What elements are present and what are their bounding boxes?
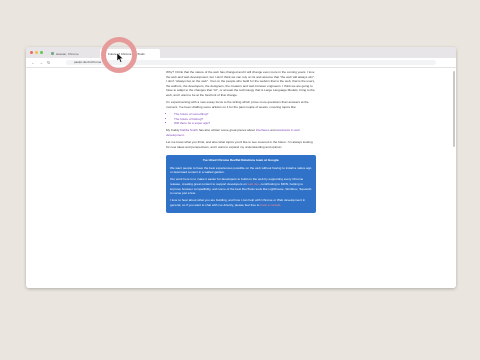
text: My buddy — [166, 128, 181, 133]
callout-title: I've Hired Chrome DevRel Relations team … — [202, 158, 280, 163]
paragraph: I'm experimenting with a new essay focus… — [166, 100, 309, 109]
callout-paragraph: We want people to have the best experien… — [170, 165, 312, 175]
url-text: paulpr.dev/n/chrome — [74, 60, 102, 64]
info-callout: I've Hired Chrome DevRel Relations team … — [166, 155, 316, 213]
list-item-link[interactable]: Will there be a super app? — [174, 121, 316, 126]
inline-link[interactable]: web.dev — [248, 182, 259, 186]
mouse-pointer-icon — [117, 53, 124, 63]
close-window-icon[interactable] — [30, 51, 33, 54]
inline-link[interactable]: Interfaces — [256, 128, 270, 132]
tab-label: Hassan, Chrome — [56, 51, 79, 56]
maximize-window-icon[interactable] — [40, 51, 43, 54]
browser-toolbar: ← → ↻ paulpr.dev/n/chrome — [26, 58, 456, 68]
paragraph: Let me know what you think, and also wha… — [166, 140, 313, 149]
tab-bar: Hassan, Chrome Future of Chrome DevTools — [26, 47, 456, 58]
minimize-window-icon[interactable] — [35, 51, 38, 54]
forward-arrow-icon[interactable]: → — [39, 60, 43, 65]
tab-hassan[interactable]: Hassan, Chrome — [48, 49, 98, 58]
topic-list: The future of something? The future of D… — [166, 112, 316, 126]
callout-paragraph: Our work here is to make it easier for d… — [170, 177, 312, 195]
browser-window: Hassan, Chrome Future of Chrome DevTools… — [26, 47, 456, 288]
inline-link[interactable]: book a consult — [260, 203, 280, 207]
paragraph: Why? I think that the nature of the web … — [166, 70, 315, 97]
back-arrow-icon[interactable]: ← — [31, 60, 35, 65]
inline-link[interactable]: Dahlia Smith — [180, 128, 198, 132]
reload-icon[interactable]: ↻ — [47, 60, 50, 65]
page-content: Why? I think that the nature of the web … — [26, 68, 456, 288]
tab-favicon-icon — [51, 52, 54, 55]
text: has also written some great pieces about — [197, 128, 256, 133]
scrollbar-thumb[interactable] — [453, 71, 455, 147]
text: I love to hear about what you are buildi… — [170, 198, 306, 207]
article-body: Why? I think that the nature of the web … — [166, 70, 316, 213]
paragraph: My buddy Dahlia Smith has also written s… — [166, 128, 316, 137]
text: . — [280, 202, 282, 207]
callout-paragraph: I love to hear about what you are buildi… — [170, 198, 312, 207]
text: . — [183, 132, 185, 137]
